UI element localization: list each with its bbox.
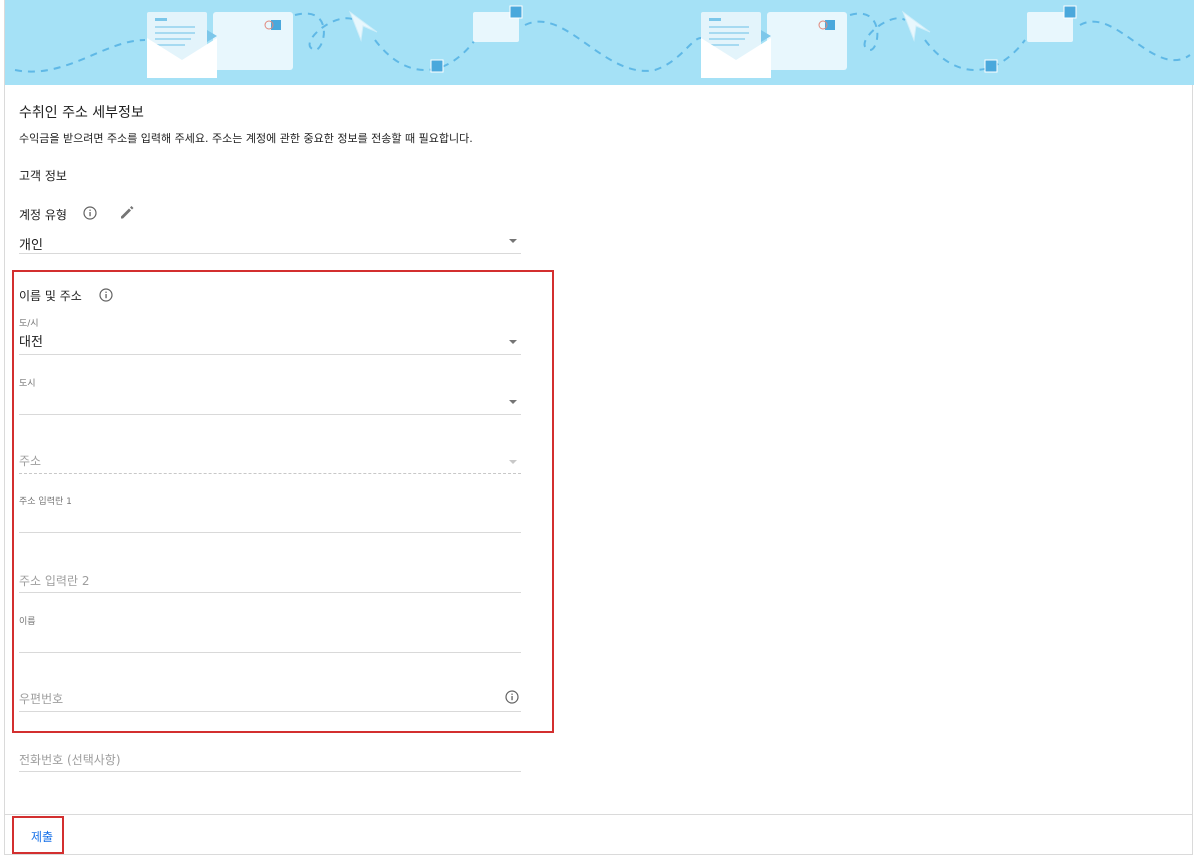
mail-banner (5, 0, 1194, 85)
mail-illustration (14, 5, 1191, 78)
city-select[interactable]: 도시 (19, 376, 521, 415)
address-line2-input[interactable]: 주소 입력란 2 (19, 566, 521, 593)
info-icon[interactable] (99, 288, 113, 302)
phone-placeholder: 전화번호 (선택사항) (19, 753, 121, 767)
address-line1-input[interactable]: 주소 입력란 1 (19, 494, 521, 533)
city-label: 도시 (19, 379, 36, 389)
info-icon[interactable] (83, 206, 97, 220)
name-input[interactable]: 이름 (19, 614, 521, 653)
footer-divider (5, 814, 1192, 815)
address-line2-placeholder: 주소 입력란 2 (19, 574, 90, 588)
page-title: 수취인 주소 세부정보 (19, 105, 144, 121)
paper-plane-left (348, 10, 378, 42)
account-type-value: 개인 (19, 238, 43, 253)
info-icon[interactable] (505, 690, 519, 704)
province-label: 도/시 (19, 319, 39, 329)
name-label: 이름 (19, 617, 36, 627)
province-select[interactable]: 도/시 대전 (19, 316, 521, 355)
envelope-group-right (701, 12, 847, 78)
phone-input[interactable]: 전화번호 (선택사항) (19, 745, 521, 772)
letter-card-left (430, 5, 523, 73)
postal-code-input[interactable]: 우편번호 (19, 684, 521, 712)
name-address-label: 이름 및 주소 (19, 289, 82, 303)
edit-icon[interactable] (119, 204, 135, 220)
envelope-group-left (147, 12, 293, 78)
address-line1-label: 주소 입력란 1 (19, 497, 72, 507)
district-select[interactable]: 주소 (19, 446, 521, 474)
address-form-card: 수취인 주소 세부정보 수익금을 받으려면 주소를 입력해 주세요. 주소는 계… (4, 0, 1194, 855)
customer-info-heading: 고객 정보 (19, 169, 67, 183)
chevron-down-icon (509, 239, 517, 243)
letter-card-right (984, 5, 1077, 73)
chevron-down-icon (509, 460, 517, 464)
submit-button[interactable]: 제출 (31, 828, 53, 845)
page-subtitle: 수익금을 받으려면 주소를 입력해 주세요. 주소는 계정에 관한 중요한 정보… (19, 132, 473, 145)
district-placeholder: 주소 (19, 454, 42, 468)
postal-code-placeholder: 우편번호 (19, 692, 64, 706)
chevron-down-icon (509, 340, 517, 344)
province-value: 대전 (19, 335, 43, 350)
paper-plane-right (901, 10, 931, 42)
account-type-select[interactable]: 개인 (19, 228, 521, 254)
account-type-label: 계정 유형 (19, 208, 67, 222)
chevron-down-icon (509, 400, 517, 404)
